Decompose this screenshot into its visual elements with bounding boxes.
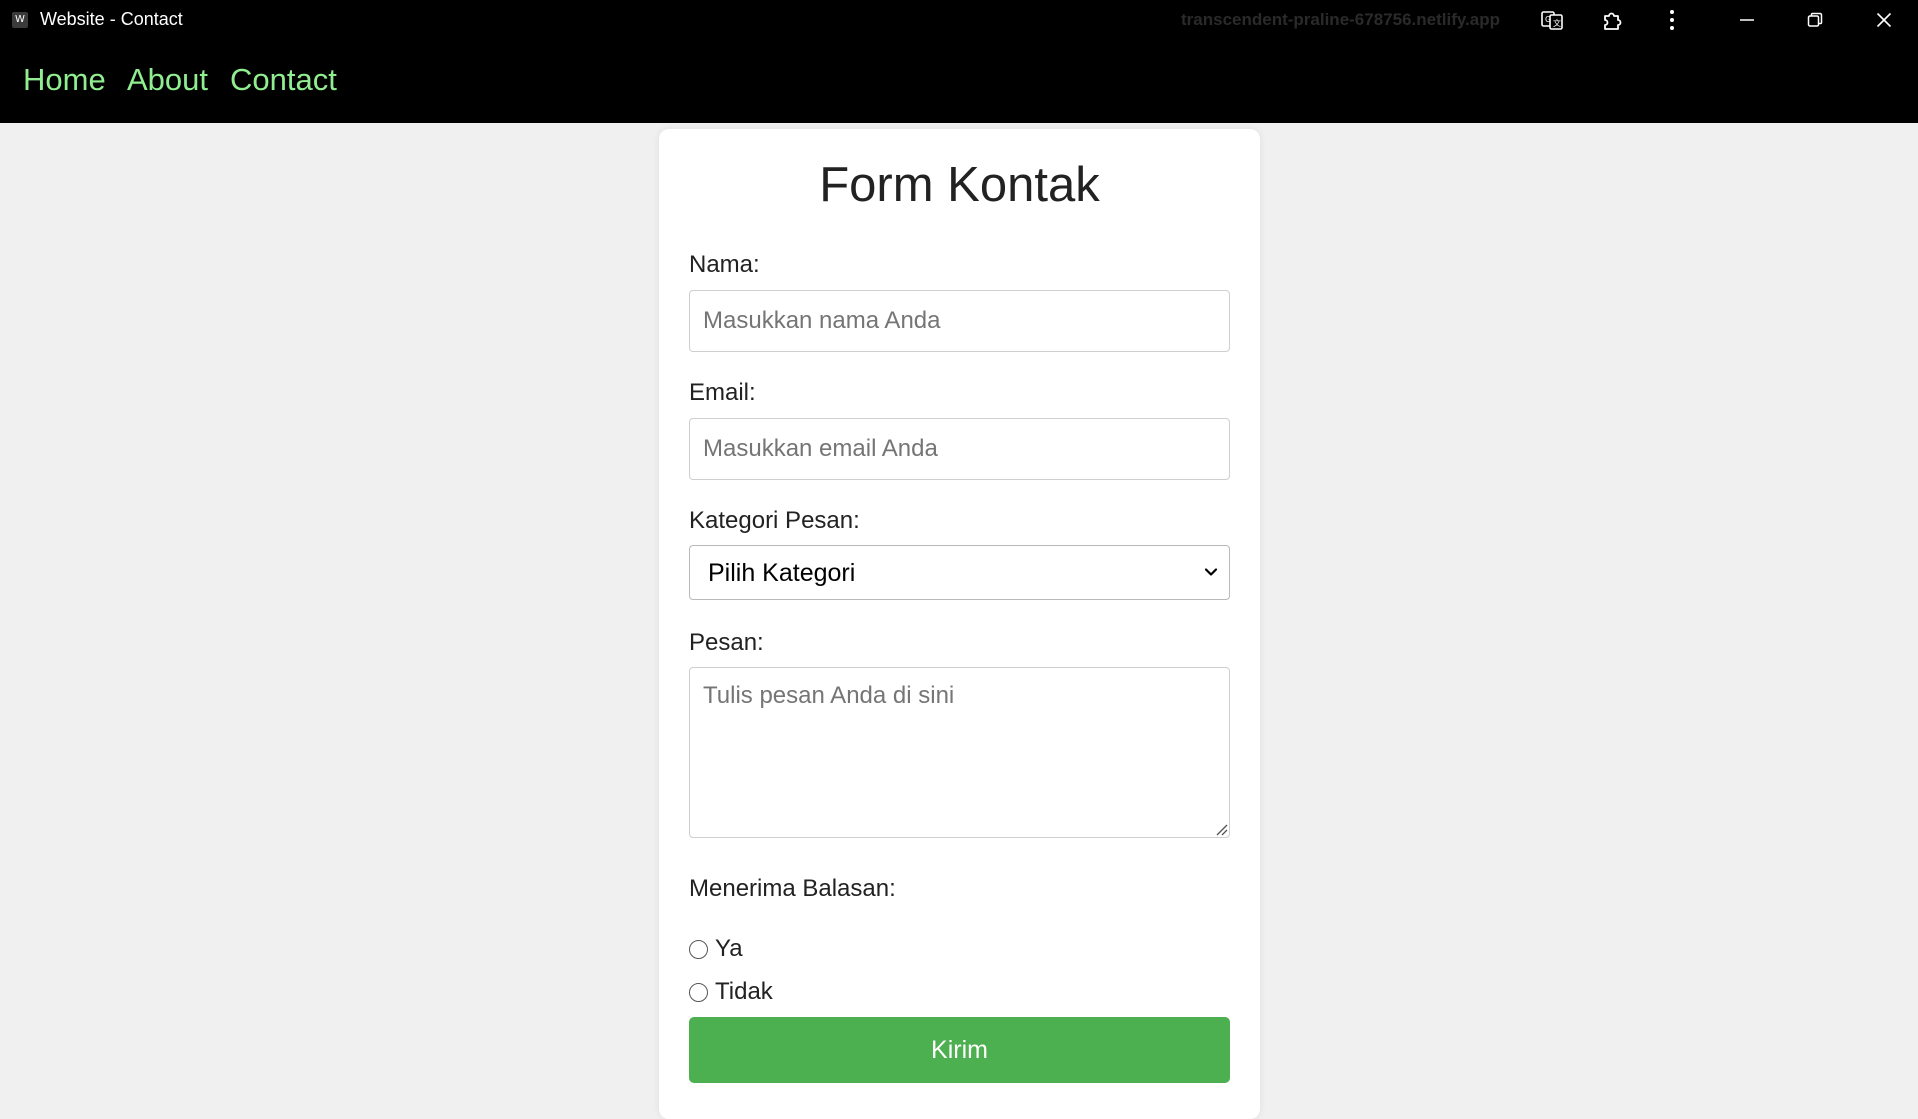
nav-link-home[interactable]: Home bbox=[23, 62, 106, 98]
nav-link-contact[interactable]: Contact bbox=[230, 62, 337, 98]
reply-label: Menerima Balasan: bbox=[689, 875, 896, 902]
category-label: Kategori Pesan: bbox=[689, 507, 860, 534]
close-icon[interactable] bbox=[1866, 4, 1902, 36]
radio-button[interactable] bbox=[689, 982, 708, 1002]
page-url: transcendent-praline-678756.netlify.app bbox=[1181, 10, 1501, 29]
restore-icon[interactable] bbox=[1797, 4, 1833, 36]
contact-form-card: Form Kontak Nama: Email: Kategori Pesan:… bbox=[659, 129, 1260, 1119]
email-label: Email: bbox=[689, 379, 756, 406]
translate-icon[interactable]: G 文 bbox=[1534, 4, 1570, 36]
page-title: Form Kontak bbox=[819, 158, 1100, 212]
chevron-down-icon bbox=[1199, 560, 1223, 584]
svg-text:G: G bbox=[1545, 15, 1551, 24]
reply-option-ya[interactable]: Ya bbox=[689, 935, 743, 963]
site-navbar: Home About Contact bbox=[0, 40, 1918, 123]
message-label: Pesan: bbox=[689, 629, 764, 656]
more-vert-icon[interactable] bbox=[1654, 4, 1690, 36]
svg-text:文: 文 bbox=[1553, 18, 1561, 28]
submit-button[interactable]: Kirim bbox=[689, 1017, 1230, 1083]
radio-label: Ya bbox=[715, 935, 743, 962]
category-select[interactable]: Pilih Kategori bbox=[689, 545, 1230, 600]
minimize-icon[interactable] bbox=[1729, 4, 1765, 36]
message-textarea[interactable] bbox=[689, 667, 1230, 838]
radio-button[interactable] bbox=[689, 939, 708, 959]
name-input[interactable] bbox=[689, 290, 1230, 352]
radio-label: Tidak bbox=[715, 978, 773, 1005]
window-title-bar: W Website - Contact transcendent-praline… bbox=[0, 0, 1918, 40]
app-icon: W bbox=[12, 12, 28, 28]
email-input[interactable] bbox=[689, 418, 1230, 480]
resize-handle-icon[interactable] bbox=[1214, 822, 1228, 836]
reply-option-tidak[interactable]: Tidak bbox=[689, 978, 773, 1006]
category-selected-value: Pilih Kategori bbox=[708, 559, 856, 587]
window-title: Website - Contact bbox=[40, 9, 183, 29]
name-label: Nama: bbox=[689, 251, 760, 278]
nav-link-about[interactable]: About bbox=[127, 62, 208, 98]
extensions-icon[interactable] bbox=[1595, 4, 1631, 36]
